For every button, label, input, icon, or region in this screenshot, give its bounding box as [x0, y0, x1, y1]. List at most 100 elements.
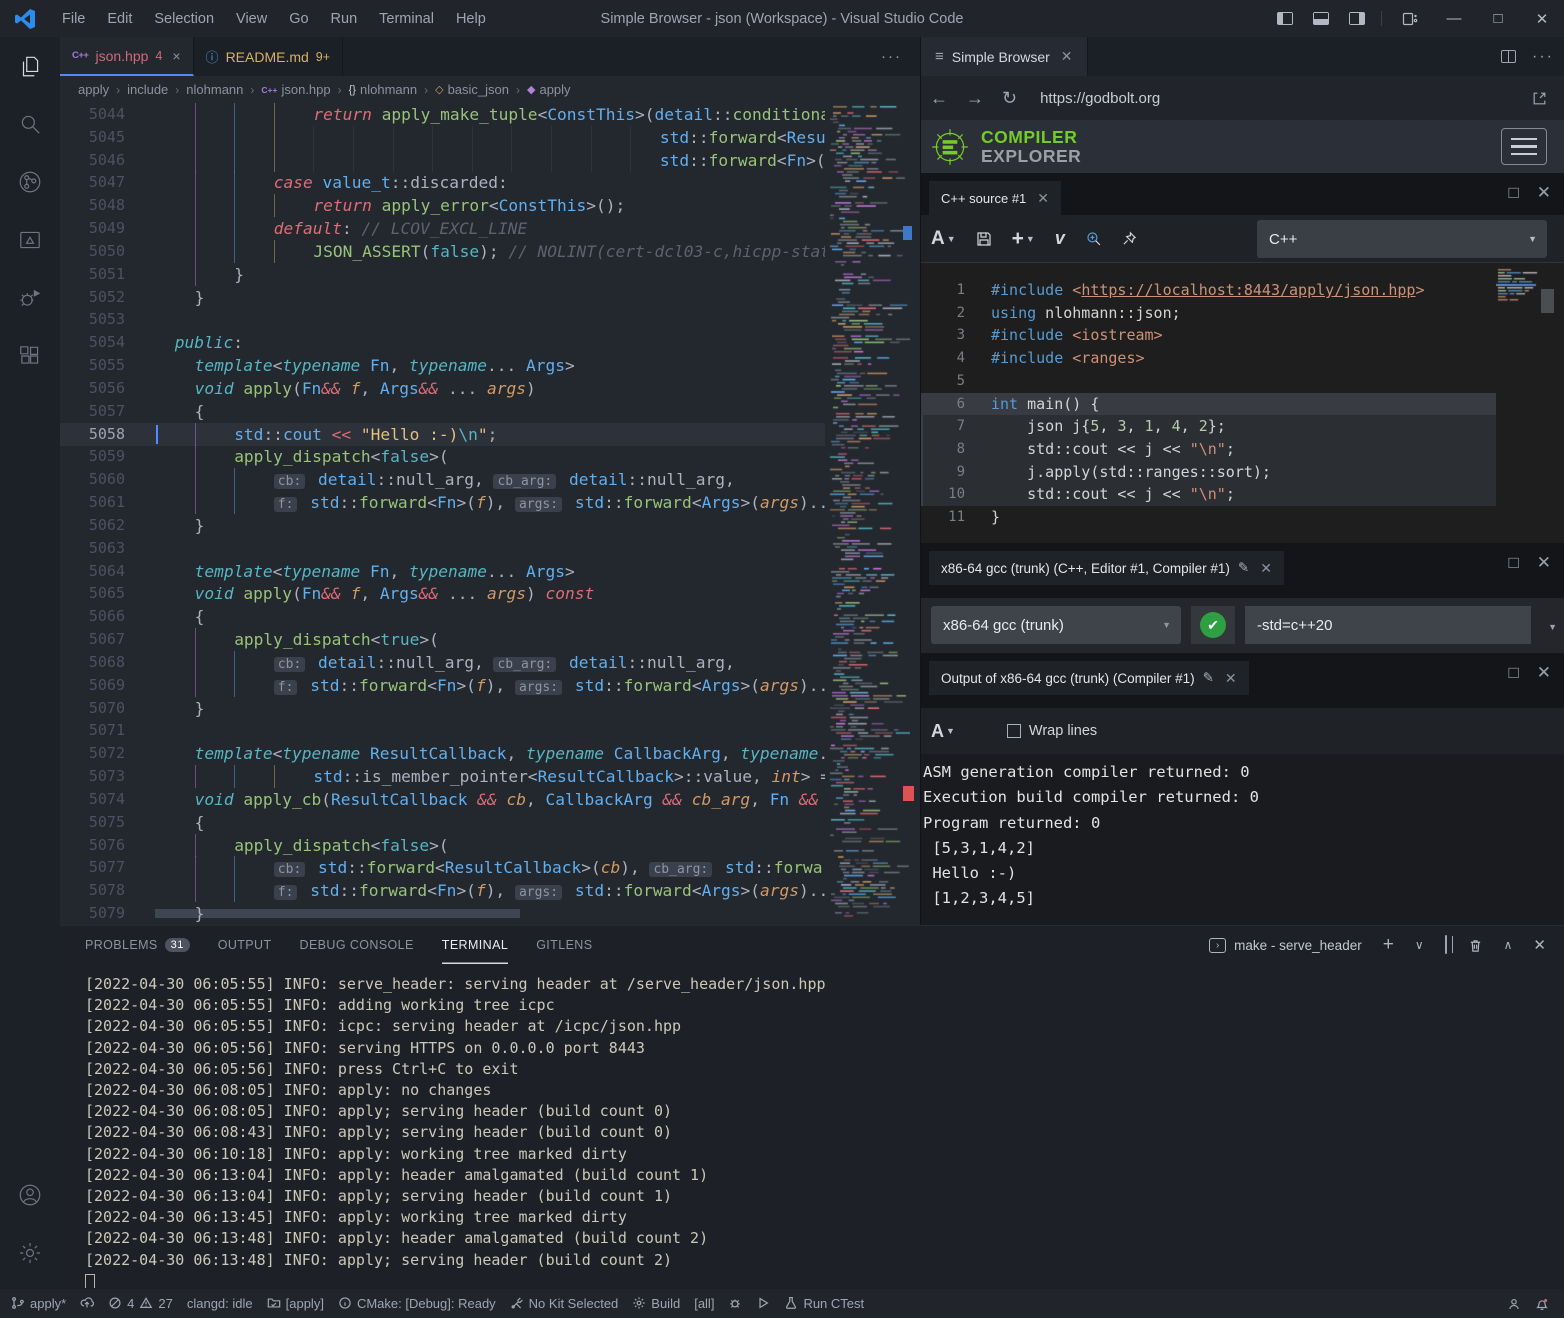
breadcrumb-item-nlohmann[interactable]: {}nlohmann	[349, 82, 417, 97]
editor-more-actions-icon[interactable]: ···	[881, 37, 902, 76]
status-notifications[interactable]	[1528, 1289, 1556, 1318]
code-line-5061[interactable]: 5061f: std::forward<Fn>(f), args: std::f…	[60, 491, 825, 514]
code-line-5076[interactable]: 5076apply_dispatch<false>(	[60, 834, 825, 857]
account-icon[interactable]	[0, 1166, 60, 1224]
pin-icon[interactable]	[1122, 231, 1137, 246]
ce-code-line-3[interactable]: 3#include <iostream>	[921, 324, 1496, 347]
code-line-5053[interactable]: 5053	[60, 308, 825, 331]
status-clangd-status[interactable]: clangd: idle	[180, 1289, 260, 1318]
vim-mode-icon[interactable]: v	[1055, 228, 1065, 249]
reload-icon[interactable]: ↻	[1002, 88, 1017, 109]
breadcrumb-item-apply[interactable]: apply	[78, 82, 109, 97]
panel-tab-debug-console[interactable]: DEBUG CONSOLE	[300, 926, 414, 964]
close-icon[interactable]: ✕	[1260, 560, 1272, 577]
minimap[interactable]	[825, 103, 910, 925]
status-cmake-build[interactable]: Build	[625, 1289, 687, 1318]
edit-icon[interactable]: ✎	[1238, 560, 1249, 576]
wrap-lines-checkbox[interactable]	[1007, 724, 1021, 738]
toggle-panel-icon[interactable]	[1313, 12, 1329, 25]
code-line-5050[interactable]: 5050JSON_ASSERT(false); // NOLINT(cert-d…	[60, 240, 825, 263]
tab-README.md[interactable]: ⓘREADME.md9+	[194, 37, 344, 76]
new-terminal-icon[interactable]: +	[1383, 934, 1394, 956]
code-line-5047[interactable]: 5047case value_t::discarded:	[60, 171, 825, 194]
font-size-icon[interactable]: A▼	[931, 228, 956, 250]
terminal-picker[interactable]: › make - serve_header	[1209, 938, 1362, 953]
code-line-5066[interactable]: 5066{	[60, 605, 825, 628]
ce-code-line-4[interactable]: 4#include <ranges>	[921, 347, 1496, 370]
code-line-5071[interactable]: 5071	[60, 719, 825, 742]
ce-code-line-10[interactable]: 10 std::cout << j << "\n";	[921, 483, 1496, 506]
maximize-icon[interactable]: □	[1476, 0, 1520, 37]
ce-output-tab[interactable]: Output of x86-64 gcc (trunk) (Compiler #…	[929, 661, 1249, 695]
status-run-ctest[interactable]: Run CTest	[777, 1289, 871, 1318]
status-cmake-folder[interactable]: [apply]	[260, 1289, 331, 1318]
search-zoom-icon[interactable]	[1085, 230, 1102, 247]
menu-file[interactable]: File	[51, 11, 96, 27]
code-line-5054[interactable]: 5054public:	[60, 331, 825, 354]
extensions-icon[interactable]	[0, 327, 60, 385]
ce-compiler-tab[interactable]: x86-64 gcc (trunk) (C++, Editor #1, Comp…	[929, 551, 1284, 585]
code-line-5063[interactable]: 5063	[60, 537, 825, 560]
breadcrumb[interactable]: apply›include›nlohmann›C++json.hpp›{}nlo…	[60, 76, 920, 103]
close-icon[interactable]: ✕	[1520, 0, 1564, 37]
code-line-5068[interactable]: 5068cb: detail::null_arg, cb_arg: detail…	[60, 651, 825, 674]
code-line-5072[interactable]: 5072template<typename ResultCallback, ty…	[60, 742, 825, 765]
menu-help[interactable]: Help	[445, 11, 497, 27]
split-editor-icon[interactable]	[1501, 50, 1516, 63]
hamburger-menu-icon[interactable]	[1501, 128, 1547, 165]
font-size-icon[interactable]: A▼	[931, 721, 955, 742]
tab-simple-browser[interactable]: ≡ Simple Browser ✕	[921, 37, 1088, 76]
code-line-5059[interactable]: 5059apply_dispatch<false>(	[60, 445, 825, 468]
minimize-icon[interactable]: —	[1432, 0, 1476, 37]
explorer-icon[interactable]	[0, 37, 60, 95]
panel-tab-terminal[interactable]: TERMINAL	[442, 926, 508, 964]
maximize-pane-icon[interactable]: □	[1508, 663, 1518, 683]
code-line-5075[interactable]: 5075{	[60, 811, 825, 834]
ce-code-line-7[interactable]: 7 json j{5, 3, 1, 4, 2};	[921, 415, 1496, 438]
panel-tab-problems[interactable]: PROBLEMS31	[85, 926, 190, 964]
kill-terminal-icon[interactable]	[1468, 938, 1483, 953]
ce-logo-text[interactable]: COMPILER EXPLORER	[981, 128, 1081, 166]
breadcrumb-item-nlohmann[interactable]: nlohmann	[186, 82, 243, 97]
ce-code-line-2[interactable]: 2using nlohmann::json;	[921, 302, 1496, 325]
toggle-sidebar-icon[interactable]	[1277, 12, 1293, 25]
code-line-5045[interactable]: 5045std::forward<ResultCallback>(cb),	[60, 126, 825, 149]
code-line-5067[interactable]: 5067apply_dispatch<true>(	[60, 628, 825, 651]
status-cmake-target[interactable]: [all]	[687, 1289, 721, 1318]
code-line-5060[interactable]: 5060cb: detail::null_arg, cb_arg: detail…	[60, 468, 825, 491]
breadcrumb-item-include[interactable]: include	[127, 82, 168, 97]
terminal-dropdown-icon[interactable]: ∨	[1415, 938, 1424, 952]
code-line-5064[interactable]: 5064template<typename Fn, typename... Ar…	[60, 560, 825, 583]
split-terminal-icon[interactable]	[1445, 936, 1447, 954]
status-cmake-launch[interactable]	[749, 1289, 777, 1318]
add-pane-icon[interactable]: +▼	[1012, 227, 1035, 251]
menu-selection[interactable]: Selection	[143, 11, 225, 27]
breadcrumb-item-apply[interactable]: ◆apply	[527, 82, 571, 97]
search-icon[interactable]	[0, 95, 60, 153]
panel-tab-gitlens[interactable]: GITLENS	[536, 926, 592, 964]
code-line-5044[interactable]: 5044return apply_make_tuple<ConstThis>(d…	[60, 103, 825, 126]
status-git-branch[interactable]: apply*	[4, 1289, 73, 1318]
toggle-secondary-sidebar-icon[interactable]	[1349, 12, 1365, 25]
ce-scrollbar[interactable]	[1541, 289, 1554, 313]
panel-tab-output[interactable]: OUTPUT	[218, 926, 272, 964]
breadcrumb-item-json.hpp[interactable]: C++json.hpp	[261, 82, 330, 97]
tab-json.hpp[interactable]: C++json.hpp4×	[60, 37, 194, 76]
maximize-pane-icon[interactable]: □	[1508, 183, 1518, 203]
code-line-5048[interactable]: 5048return apply_error<ConstThis>();	[60, 194, 825, 217]
code-line-5069[interactable]: 5069f: std::forward<Fn>(f), args: std::f…	[60, 674, 825, 697]
ce-source-editor[interactable]: 1#include <https://localhost:8443/apply/…	[921, 263, 1564, 543]
language-select[interactable]: C++▼	[1257, 220, 1547, 258]
save-icon[interactable]	[976, 231, 992, 247]
close-icon[interactable]: ✕	[1225, 670, 1237, 687]
compiler-options-input[interactable]: -std=c++20	[1245, 606, 1531, 644]
menu-run[interactable]: Run	[320, 11, 369, 27]
terminal-output[interactable]: [2022-04-30 06:05:55] INFO: serve_header…	[85, 974, 826, 1291]
customize-layout-icon[interactable]	[1388, 0, 1432, 37]
ce-source-tab[interactable]: C++ source #1 ✕	[929, 181, 1061, 215]
compiler-select[interactable]: x86-64 gcc (trunk)▼	[931, 606, 1181, 644]
status-cmake-status[interactable]: CMake: [Debug]: Ready	[331, 1289, 503, 1318]
back-icon[interactable]: ←	[930, 88, 948, 109]
forward-icon[interactable]: →	[966, 88, 984, 109]
code-line-5077[interactable]: 5077cb: std::forward<ResultCallback>(cb)…	[60, 856, 825, 879]
